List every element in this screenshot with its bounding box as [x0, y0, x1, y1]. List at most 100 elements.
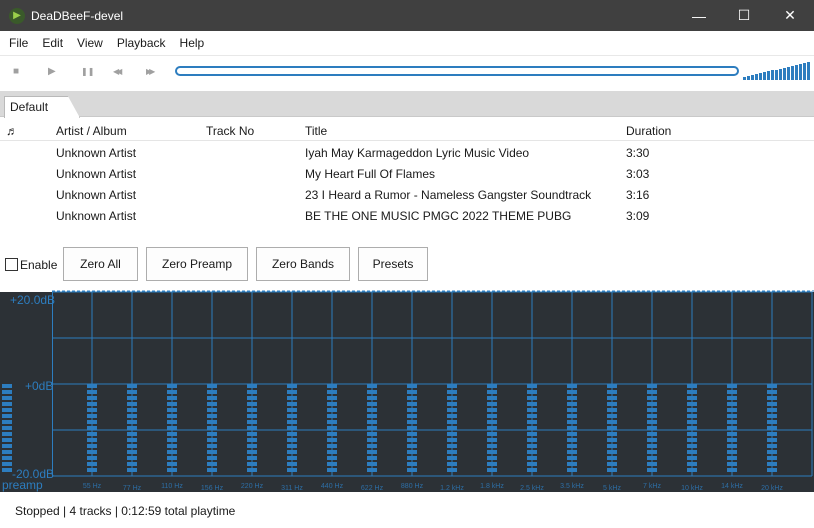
- eq-band-slider-segment: [87, 396, 97, 400]
- eq-band-slider-segment: [247, 390, 257, 394]
- eq-band-slider-segment: [767, 444, 777, 448]
- playlist-row[interactable]: Unknown Artist BE THE ONE MUSIC PMGC 2022…: [0, 204, 814, 225]
- eq-band-slider-segment: [367, 414, 377, 418]
- eq-band-slider-segment: [647, 390, 657, 394]
- volume-segment: [799, 63, 802, 80]
- eq-band-slider-segment: [647, 432, 657, 436]
- cell-artist: Unknown Artist: [56, 209, 137, 223]
- volume-bar[interactable]: [743, 62, 813, 80]
- eq-band-slider-segment: [567, 432, 577, 436]
- band-label: 1.8 kHz: [480, 483, 504, 490]
- eq-band-slider-segment: [207, 408, 217, 412]
- minimize-button[interactable]: —: [676, 0, 722, 31]
- next-icon[interactable]: ▶▶: [146, 67, 155, 76]
- eq-band-slider-segment: [167, 384, 177, 388]
- eq-band-slider-segment: [127, 432, 137, 436]
- playlist-row[interactable]: Unknown Artist Iyah May Karmageddon Lyric…: [0, 141, 814, 162]
- band-label: 220 Hz: [240, 483, 264, 490]
- eq-band-slider-segment: [727, 462, 737, 466]
- menu-file[interactable]: File: [2, 36, 35, 50]
- window-title: DeaDBeeF-devel: [31, 8, 124, 23]
- eq-band-slider-segment: [247, 420, 257, 424]
- prev-icon[interactable]: ◀◀: [113, 67, 122, 76]
- eq-band-slider-segment: [87, 444, 97, 448]
- volume-segment: [747, 76, 750, 80]
- eq-band-slider-segment: [207, 444, 217, 448]
- presets-button[interactable]: Presets: [358, 247, 428, 281]
- eq-band-slider-segment: [327, 396, 337, 400]
- close-button[interactable]: ✕: [767, 0, 813, 31]
- tab-default[interactable]: Default: [4, 96, 80, 118]
- playlist-row[interactable]: Unknown Artist 23 I Heard a Rumor - Namel…: [0, 183, 814, 204]
- eq-band-slider-segment: [127, 414, 137, 418]
- eq-band-slider-segment: [567, 444, 577, 448]
- eq-band-slider-segment: [367, 396, 377, 400]
- eq-band-slider-segment: [127, 438, 137, 442]
- menu-help[interactable]: Help: [173, 36, 212, 50]
- eq-band-slider-segment: [247, 462, 257, 466]
- preamp-slider-segment: [2, 414, 12, 418]
- eq-band-slider-segment: [87, 420, 97, 424]
- eq-band-slider-segment: [127, 456, 137, 460]
- zero-preamp-button[interactable]: Zero Preamp: [146, 247, 248, 281]
- volume-segment: [743, 77, 746, 80]
- eq-band-slider-segment: [247, 384, 257, 388]
- eq-band-slider-segment: [727, 384, 737, 388]
- eq-band-slider-segment: [727, 450, 737, 454]
- eq-band-slider-segment: [567, 456, 577, 460]
- preamp-slider-segment: [2, 402, 12, 406]
- eq-toolbar: Enable Zero All Zero Preamp Zero Bands P…: [0, 246, 814, 286]
- eq-band-slider-segment: [647, 462, 657, 466]
- eq-band-slider-segment: [287, 462, 297, 466]
- eq-band-slider-segment: [447, 468, 457, 472]
- eq-band-slider-segment: [487, 438, 497, 442]
- eq-band-slider-segment: [207, 432, 217, 436]
- preamp-slider-segment: [2, 450, 12, 454]
- volume-segment: [783, 67, 786, 80]
- eq-band-slider-segment: [327, 432, 337, 436]
- column-duration[interactable]: Duration: [626, 124, 671, 138]
- eq-band-slider-segment: [167, 456, 177, 460]
- column-artist[interactable]: Artist / Album: [56, 124, 127, 138]
- eq-band-slider-segment: [527, 450, 537, 454]
- eq-band-slider-segment: [727, 402, 737, 406]
- menu-playback[interactable]: Playback: [110, 36, 173, 50]
- eq-band-slider-segment: [767, 384, 777, 388]
- eq-band-slider-segment: [727, 414, 737, 418]
- eq-band-slider-segment: [567, 468, 577, 472]
- eq-band-slider-segment: [727, 426, 737, 430]
- zero-bands-button[interactable]: Zero Bands: [256, 247, 350, 281]
- playlist-row[interactable]: Unknown Artist My Heart Full Of Flames 3:0…: [0, 162, 814, 183]
- enable-checkbox[interactable]: [5, 258, 18, 271]
- volume-segment: [803, 62, 806, 80]
- column-playing[interactable]: ♬: [6, 124, 18, 138]
- eq-band-slider-segment: [767, 408, 777, 412]
- eq-band-slider-segment: [247, 432, 257, 436]
- eq-band-slider-segment: [407, 468, 417, 472]
- preamp-slider-segment: [2, 432, 12, 436]
- menu-view[interactable]: View: [70, 36, 110, 50]
- play-icon[interactable]: ▶: [48, 66, 56, 77]
- menu-edit[interactable]: Edit: [35, 36, 70, 50]
- eq-band-slider-segment: [407, 390, 417, 394]
- pause-icon[interactable]: ❚❚: [81, 67, 94, 76]
- seek-bar[interactable]: [175, 66, 739, 76]
- eq-band-slider-segment: [167, 420, 177, 424]
- eq-band-slider-segment: [127, 450, 137, 454]
- volume-segment: [767, 71, 770, 80]
- eq-band-slider-segment: [487, 456, 497, 460]
- eq-band-slider-segment: [647, 384, 657, 388]
- eq-band-slider-segment: [607, 456, 617, 460]
- eq-band-slider-segment: [87, 432, 97, 436]
- band-label: 55 Hz: [82, 483, 102, 490]
- eq-band-slider-segment: [607, 462, 617, 466]
- column-track[interactable]: Track No: [206, 124, 254, 138]
- eq-band-slider-segment: [287, 420, 297, 424]
- stop-icon[interactable]: ■: [13, 66, 19, 77]
- maximize-button[interactable]: ☐: [721, 0, 767, 31]
- eq-band-slider-segment: [367, 408, 377, 412]
- cell-title: 23 I Heard a Rumor - Nameless Gangster S…: [305, 188, 592, 202]
- eq-band-slider-segment: [207, 450, 217, 454]
- column-title[interactable]: Title: [305, 124, 327, 138]
- zero-all-button[interactable]: Zero All: [63, 247, 138, 281]
